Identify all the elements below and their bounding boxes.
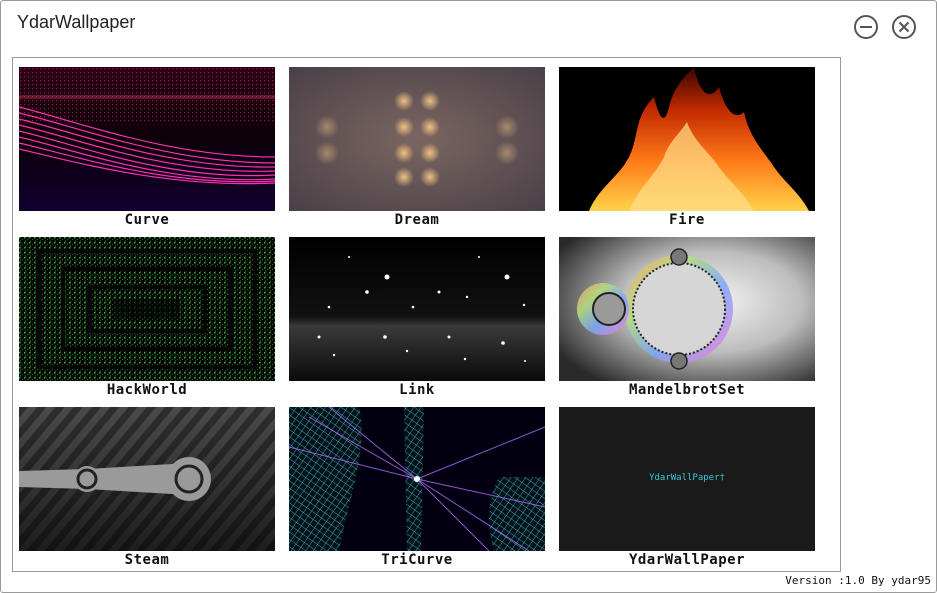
wallpaper-label: Curve xyxy=(124,212,170,228)
link-thumbnail xyxy=(289,237,545,381)
dream-thumbnail xyxy=(289,67,545,211)
x-circle-icon xyxy=(898,21,910,33)
wallpaper-label: MandelbrotSet xyxy=(628,382,746,398)
curve-thumbnail xyxy=(19,67,275,211)
wallpaper-tile-hackworld[interactable]: HackWorld xyxy=(19,237,275,403)
wallpaper-tile-mandelbrotset[interactable]: MandelbrotSet xyxy=(559,237,815,403)
wallpaper-tile-fire[interactable]: Fire xyxy=(559,67,815,233)
hackworld-thumbnail xyxy=(19,237,275,381)
wallpaper-tile-tricurve[interactable]: TriCurve xyxy=(289,407,545,571)
close-button[interactable] xyxy=(892,15,916,39)
wallpaper-label: TriCurve xyxy=(381,552,453,568)
wallpaper-label: HackWorld xyxy=(106,382,188,398)
version-text: Version :1.0 By ydar95 xyxy=(785,574,931,587)
wallpaper-gallery: Curve Dream Fire HackWorld Link Mandelbr… xyxy=(12,57,841,572)
wallpaper-tile-curve[interactable]: Curve xyxy=(19,67,275,233)
fire-thumbnail xyxy=(559,67,815,211)
wallpaper-label: Fire xyxy=(669,212,705,228)
wallpaper-label: Steam xyxy=(124,552,170,568)
wallpaper-label: YdarWallPaper xyxy=(628,552,746,568)
wallpaper-tile-dream[interactable]: Dream xyxy=(289,67,545,233)
mandelbrotset-thumbnail xyxy=(559,237,815,381)
app-window: YdarWallpaper Curve Dream Fire HackWorld… xyxy=(0,0,937,593)
window-title: YdarWallpaper xyxy=(17,12,136,32)
wallpaper-tile-steam[interactable]: Steam xyxy=(19,407,275,571)
wallpaper-tile-link[interactable]: Link xyxy=(289,237,545,403)
wallpaper-tile-ydarwallpaper[interactable]: YdarWallPaper† YdarWallPaper xyxy=(559,407,815,571)
steam-thumbnail xyxy=(19,407,275,551)
tricurve-thumbnail xyxy=(289,407,545,551)
preview-text: YdarWallPaper† xyxy=(649,473,725,483)
minimize-button[interactable] xyxy=(854,15,878,39)
wallpaper-label: Link xyxy=(399,382,435,398)
wallpaper-label: Dream xyxy=(394,212,440,228)
ydarwallpaper-thumbnail: YdarWallPaper† xyxy=(559,407,815,551)
minus-circle-icon xyxy=(860,26,872,28)
